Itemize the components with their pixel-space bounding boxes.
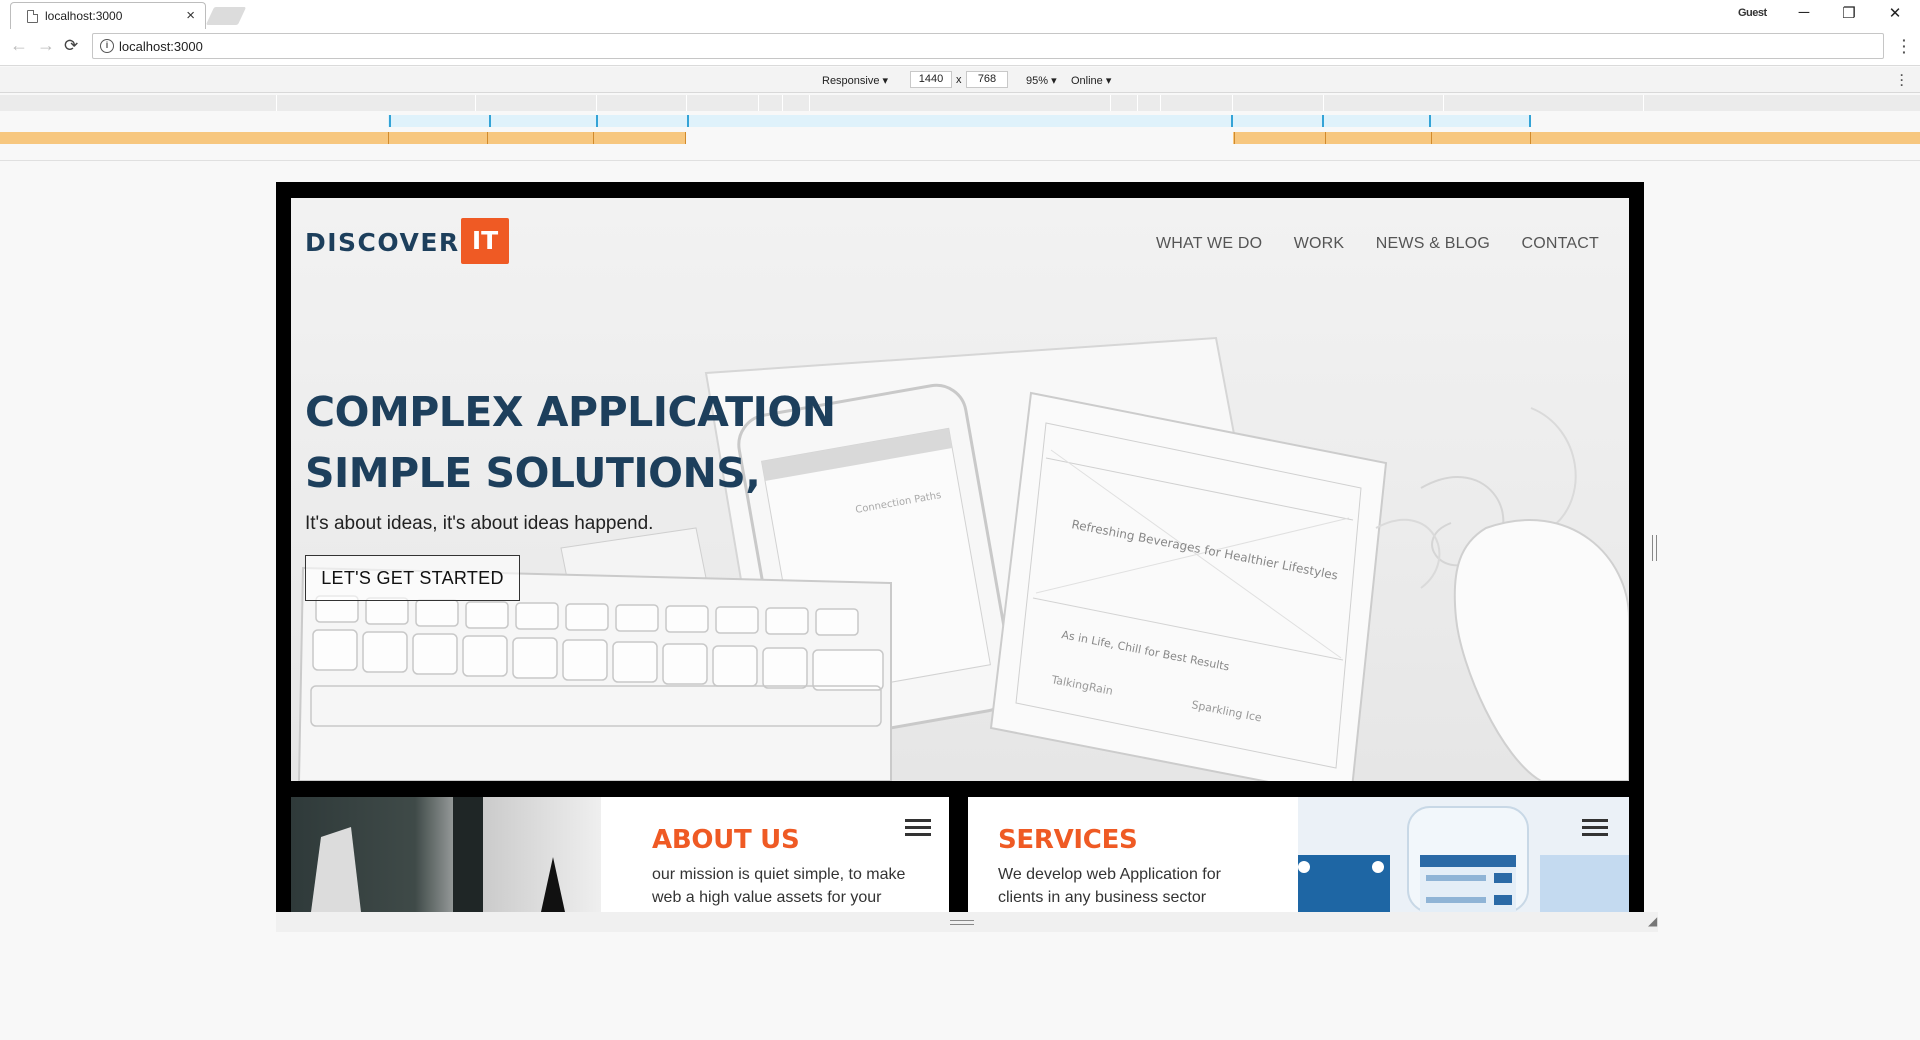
device-viewport: Refreshing Beverages for Healthier Lifes…: [276, 182, 1644, 912]
device-toolbar: Responsive ▾ 1440 x 768 95% ▾ Online ▾ ·…: [0, 67, 1920, 93]
guest-profile[interactable]: Guest: [1738, 7, 1767, 19]
nav-work[interactable]: WORK: [1294, 235, 1345, 253]
tab-close-icon[interactable]: ×: [186, 7, 195, 24]
dimension-separator: x: [956, 74, 962, 86]
nav-contact[interactable]: CONTACT: [1521, 235, 1599, 253]
services-menu-icon[interactable]: [1582, 819, 1608, 839]
back-icon[interactable]: ←: [10, 35, 28, 56]
hero-subheading: It's about ideas, it's about ideas happe…: [305, 513, 654, 534]
media-query-bar-range[interactable]: [0, 132, 1920, 144]
viewport-resize-handle-right[interactable]: [1652, 535, 1657, 561]
media-query-bar-min[interactable]: [0, 95, 1920, 111]
main-navigation: WHAT WE DO WORK NEWS & BLOG CONTACT: [1129, 235, 1599, 253]
url-text: localhost:3000: [119, 39, 203, 54]
browser-tab[interactable]: localhost:3000 ×: [10, 2, 206, 29]
services-card: SERVICES We develop web Application for …: [968, 797, 1629, 912]
logo-wordmark: DISCOVER: [305, 228, 460, 257]
headline-line-2: SIMPLE SOLUTIONS,: [305, 443, 763, 504]
about-card: ABOUT US our mission is quiet simple, to…: [291, 797, 949, 912]
network-select[interactable]: Online ▾: [1071, 74, 1111, 87]
close-window-button[interactable]: ✕: [1880, 4, 1910, 24]
info-icon[interactable]: i: [100, 39, 114, 53]
hero-section: Refreshing Beverages for Healthier Lifes…: [291, 198, 1629, 781]
viewport-resize-handle-bottom[interactable]: [950, 920, 974, 925]
viewport-width-input[interactable]: 1440: [910, 71, 952, 88]
zoom-select[interactable]: 95% ▾: [1026, 74, 1057, 87]
device-toolbar-menu-icon[interactable]: · · ·: [1900, 69, 1904, 91]
nav-what-we-do[interactable]: WHAT WE DO: [1156, 235, 1262, 253]
address-bar[interactable]: i localhost:3000: [92, 33, 1884, 59]
about-text: our mission is quiet simple, to make web…: [652, 866, 906, 906]
browser-menu-icon[interactable]: · · ·: [1902, 33, 1907, 59]
services-illustration: [1298, 797, 1629, 912]
headline-line-1: COMPLEX APPLICATION: [305, 382, 838, 443]
about-photo: [291, 797, 601, 912]
new-tab-button[interactable]: [205, 7, 247, 25]
device-select[interactable]: Responsive ▾: [822, 74, 888, 87]
services-title: SERVICES: [998, 825, 1138, 855]
page-favicon-icon: [27, 10, 38, 23]
reload-icon[interactable]: ⟳: [64, 36, 78, 56]
hero-headline: COMPLEX APPLICATION SIMPLE SOLUTIONS,: [305, 382, 838, 504]
services-text: We develop web Application for clients i…: [998, 866, 1221, 906]
viewport-height-input[interactable]: 768: [966, 71, 1008, 88]
restore-button[interactable]: ❐: [1834, 4, 1864, 24]
viewport-resize-corner-icon[interactable]: ◢: [1648, 914, 1657, 928]
minimize-button[interactable]: ─: [1789, 4, 1819, 24]
tab-strip: localhost:3000 × Guest ─ ❐ ✕: [0, 0, 1920, 29]
about-title: ABOUT US: [652, 825, 800, 855]
browser-toolbar: ← → ⟳ i localhost:3000 · · ·: [0, 29, 1920, 66]
ruler-divider: [0, 160, 1920, 161]
nav-news-blog[interactable]: NEWS & BLOG: [1376, 235, 1490, 253]
tab-title: localhost:3000: [45, 9, 123, 23]
forward-icon[interactable]: →: [37, 35, 55, 56]
get-started-button[interactable]: LET'S GET STARTED: [305, 555, 520, 601]
about-menu-icon[interactable]: [905, 819, 931, 839]
media-query-bar-max[interactable]: [0, 115, 1920, 127]
logo-badge: IT: [461, 218, 509, 264]
